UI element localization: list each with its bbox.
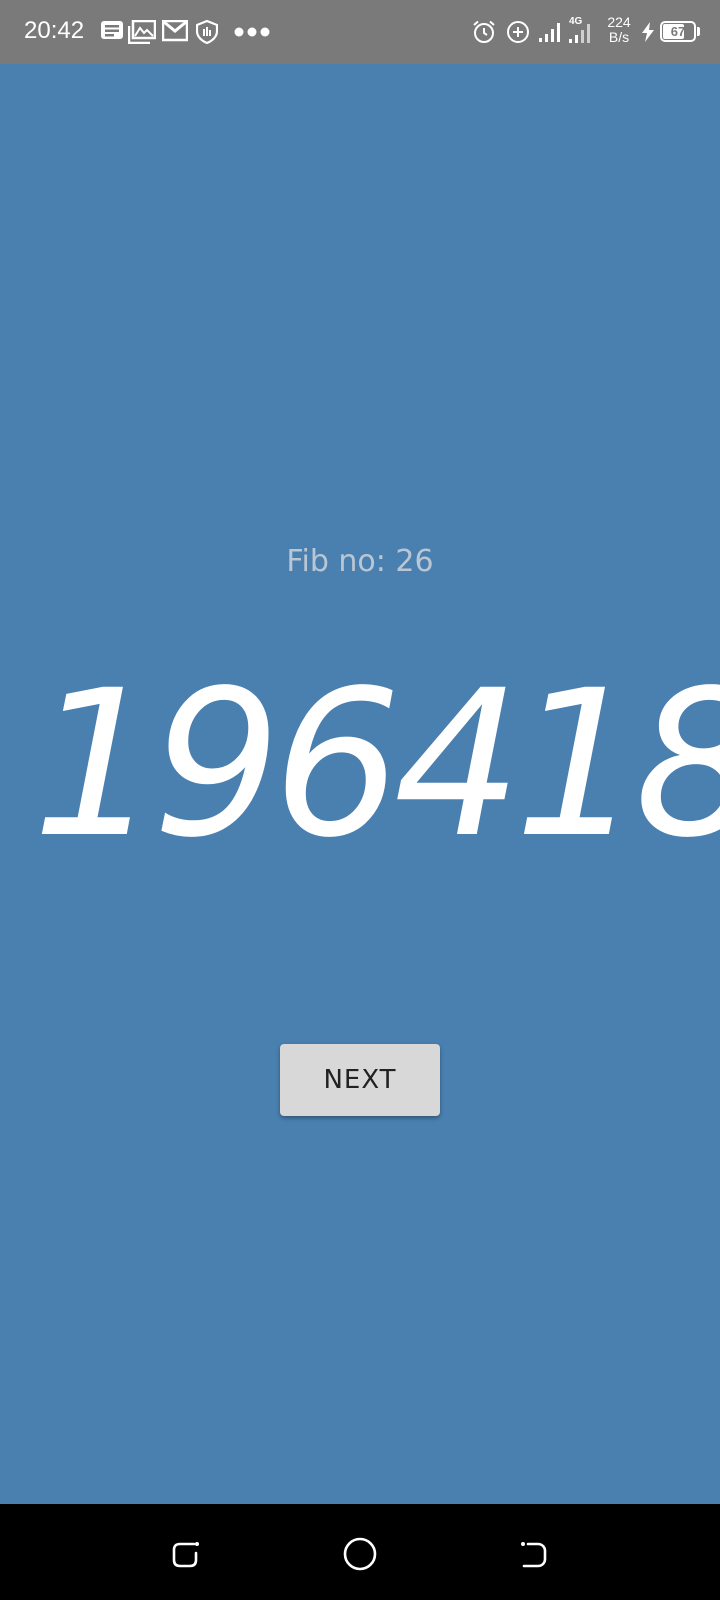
status-time: 20:42 bbox=[24, 17, 85, 44]
home-icon[interactable] bbox=[340, 1534, 380, 1574]
alarm-icon bbox=[472, 20, 496, 46]
network-type-label: 4G bbox=[569, 16, 583, 27]
more-dots-icon bbox=[234, 26, 270, 52]
fib-number-label: Fib no: 26 bbox=[286, 544, 434, 579]
main-content: Fib no: 26 196418 NEXT bbox=[0, 64, 720, 1504]
message-icon bbox=[100, 20, 124, 46]
signal-icon-2: 4G bbox=[568, 15, 596, 43]
speed-unit: B/s bbox=[608, 29, 630, 45]
gmail-icon bbox=[162, 20, 188, 46]
recents-icon[interactable] bbox=[166, 1534, 206, 1574]
back-icon[interactable] bbox=[514, 1534, 554, 1574]
status-bar: 20:42 4G 224 B/s 67 bbox=[0, 0, 720, 64]
next-button[interactable]: NEXT bbox=[280, 1044, 440, 1116]
network-speed: 224 B/s bbox=[604, 15, 634, 45]
shield-icon bbox=[196, 20, 218, 46]
battery-tip bbox=[697, 27, 700, 36]
fib-value-display: 196418 bbox=[32, 646, 720, 882]
signal-icon bbox=[538, 20, 564, 46]
charging-icon bbox=[641, 22, 655, 48]
gallery-icon bbox=[128, 20, 156, 46]
data-saver-icon bbox=[506, 20, 530, 46]
battery-percentage: 67 bbox=[670, 24, 686, 39]
battery-icon: 67 bbox=[660, 21, 696, 42]
navigation-bar bbox=[0, 1504, 720, 1600]
speed-value: 224 bbox=[607, 14, 631, 30]
